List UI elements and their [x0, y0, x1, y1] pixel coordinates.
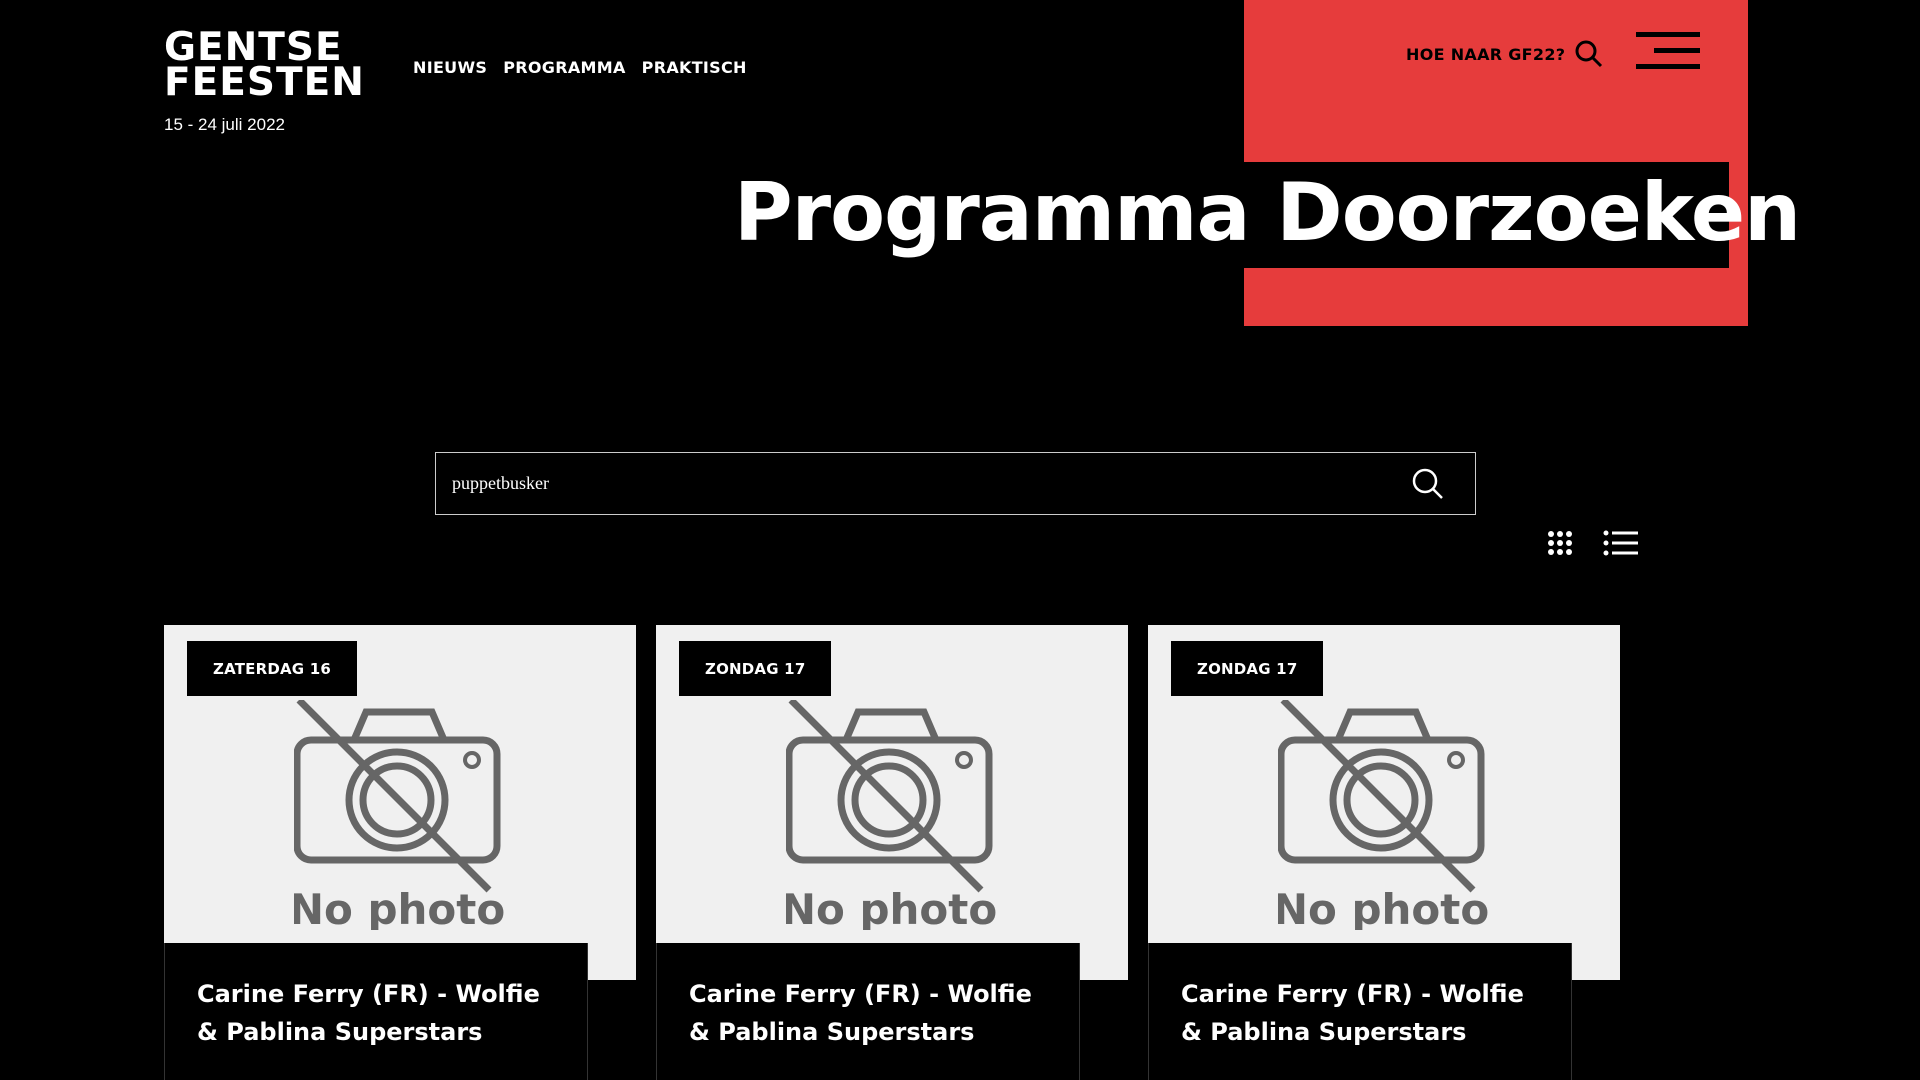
no-photo-icon: No photo [294, 700, 505, 930]
event-caption: Carine Ferry (FR) - Wolfie & Pablina Sup… [656, 943, 1080, 1080]
search-bar [435, 452, 1476, 515]
event-card[interactable]: No photo ZONDAG 17 Carine Ferry (FR) - W… [1148, 625, 1620, 1080]
search-input[interactable] [452, 453, 1392, 514]
svg-text:No photo: No photo [1278, 885, 1489, 930]
search-icon[interactable] [1574, 39, 1604, 69]
event-title[interactable]: Carine Ferry (FR) - Wolfie & Pablina Sup… [1181, 975, 1551, 1051]
event-day-badge: ZONDAG 17 [1171, 641, 1324, 696]
how-to-get-there-link[interactable]: HOE NAAR GF22? [1406, 45, 1565, 64]
event-day-badge: ZONDAG 17 [679, 641, 832, 696]
nav-item-programma[interactable]: PROGRAMMA [503, 58, 625, 77]
site-logo[interactable]: GENTSE FEESTEN [164, 28, 365, 105]
no-photo-icon: No photo [1278, 700, 1489, 930]
event-card[interactable]: No photo ZATERDAG 16 Carine Ferry (FR) -… [164, 625, 636, 1080]
festival-dates: 15 - 24 juli 2022 [164, 115, 285, 134]
event-title[interactable]: Carine Ferry (FR) - Wolfie & Pablina Sup… [197, 975, 567, 1051]
page-title: Programma Doorzoeken [734, 166, 1801, 259]
main-nav: NIEUWS PROGRAMMA PRAKTISCH [413, 58, 747, 77]
svg-text:No photo: No photo [786, 885, 997, 930]
no-photo-icon: No photo [786, 700, 997, 930]
nav-item-nieuws[interactable]: NIEUWS [413, 58, 487, 77]
list-view-icon[interactable] [1603, 530, 1639, 556]
event-caption: Carine Ferry (FR) - Wolfie & Pablina Sup… [164, 943, 588, 1080]
event-caption: Carine Ferry (FR) - Wolfie & Pablina Sup… [1148, 943, 1572, 1080]
event-card[interactable]: No photo ZONDAG 17 Carine Ferry (FR) - W… [656, 625, 1128, 1080]
grid-view-icon[interactable] [1547, 530, 1573, 556]
event-title[interactable]: Carine Ferry (FR) - Wolfie & Pablina Sup… [689, 975, 1059, 1051]
nav-item-praktisch[interactable]: PRAKTISCH [642, 58, 747, 77]
event-day-badge: ZATERDAG 16 [187, 641, 358, 696]
hamburger-menu-icon[interactable] [1636, 32, 1700, 70]
svg-text:No photo: No photo [294, 885, 505, 930]
logo-line-2: FEESTEN [164, 60, 365, 105]
page: GENTSE FEESTEN 15 - 24 juli 2022 NIEUWS … [0, 0, 1920, 1080]
search-icon[interactable] [1411, 467, 1445, 501]
